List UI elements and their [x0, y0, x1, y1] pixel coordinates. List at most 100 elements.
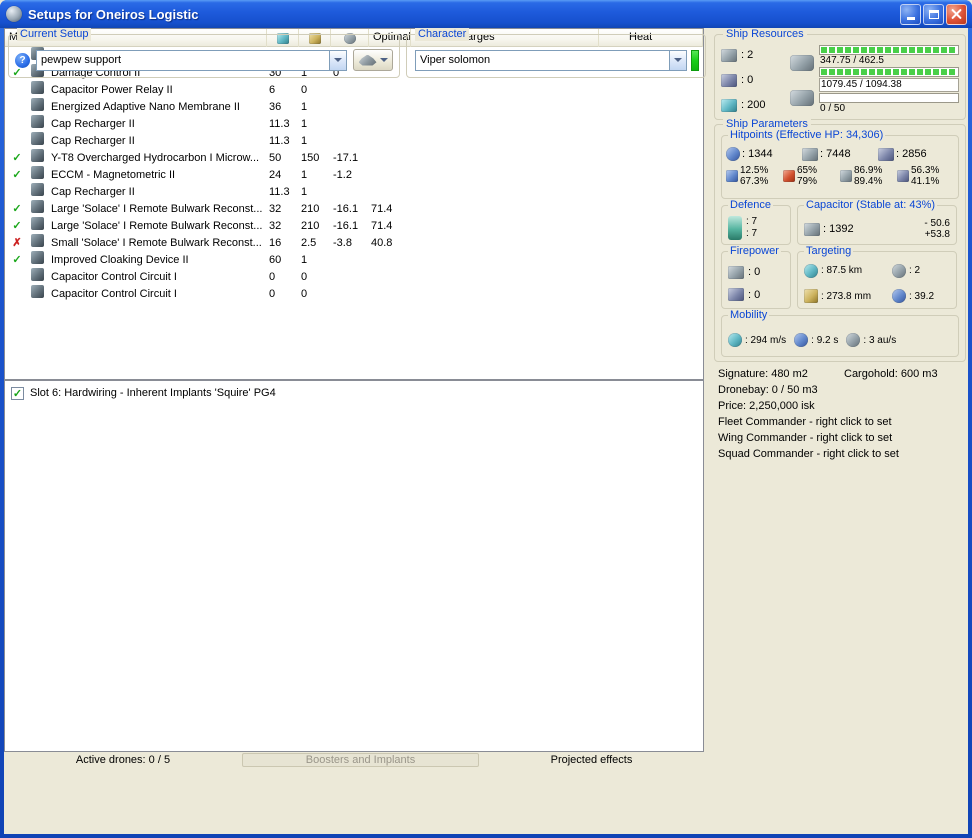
chevron-down-icon — [334, 58, 342, 62]
projected-effects-tab[interactable]: Projected effects — [479, 754, 704, 766]
module-status-icon — [5, 252, 29, 268]
module-row[interactable]: Cap Recharger II 11.3 1 — [5, 183, 703, 200]
character-label: Character — [415, 28, 469, 41]
module-cap-use: -1.2 — [331, 167, 369, 183]
capacitor-label: Capacitor (Stable at: 43%) — [804, 199, 937, 212]
cpu-bar — [819, 45, 959, 55]
sensor-strength-icon — [892, 289, 906, 303]
module-icon — [31, 81, 44, 94]
current-setup-group: Current Setup ? pewpew support — [8, 34, 400, 78]
implant-row[interactable]: Slot 6: Hardwiring - Inherent Implants '… — [11, 385, 697, 401]
module-name: Capacitor Control Circuit I — [49, 269, 267, 285]
powergrid-usage-text: 1079.45 / 1094.38 — [819, 78, 959, 92]
close-button[interactable] — [946, 4, 967, 25]
fleet-commander-text[interactable]: Fleet Commander - right click to set — [718, 414, 966, 430]
module-name: Capacitor Control Circuit I — [49, 286, 267, 302]
capacitor-group: Capacitor (Stable at: 43%) : 1392 - 50.6… — [797, 205, 957, 245]
module-powergrid: 1 — [299, 167, 331, 183]
module-row[interactable]: Capacitor Power Relay II 6 0 — [5, 81, 703, 98]
launcher-hardpoints: : 0 — [741, 74, 753, 86]
dronebay-text: Dronebay: 0 / 50 m3 — [718, 382, 966, 398]
module-row[interactable]: Energized Adaptive Nano Membrane II 36 1 — [5, 98, 703, 115]
calibration-icon — [721, 99, 737, 112]
module-cap-use: -3.8 — [331, 235, 369, 251]
module-icon — [31, 200, 44, 213]
structure-hp: : 2856 — [896, 148, 927, 160]
minimize-icon — [907, 17, 915, 20]
turret-hardpoints: : 2 — [741, 49, 753, 61]
current-setup-label: Current Setup — [17, 28, 91, 41]
em-shield-resist: 12.5% — [740, 165, 768, 176]
chevron-down-icon — [380, 58, 388, 62]
module-icon — [31, 98, 44, 111]
modules-panel: Modules Optimal Charges Heat 1600mm Rein… — [4, 28, 704, 380]
squad-commander-text[interactable]: Squad Commander - right click to set — [718, 446, 966, 462]
module-row[interactable]: ECCM - Magnetometric II 24 1 -1.2 — [5, 166, 703, 183]
module-row[interactable]: Capacitor Control Circuit I 0 0 — [5, 285, 703, 302]
module-name: Y-T8 Overcharged Hydrocarbon I Microw... — [49, 150, 267, 166]
module-name: Large 'Solace' I Remote Bulwark Reconst.… — [49, 218, 267, 234]
module-row[interactable]: Improved Cloaking Device II 60 1 — [5, 251, 703, 268]
module-name: Cap Recharger II — [49, 133, 267, 149]
module-cpu: 11.3 — [267, 116, 299, 132]
wing-commander-text[interactable]: Wing Commander - right click to set — [718, 430, 966, 446]
scan-resolution-icon — [804, 289, 818, 303]
module-cpu: 0 — [267, 286, 299, 302]
explosive-shield-resist: 56.3% — [911, 165, 939, 176]
module-icon — [31, 285, 44, 298]
modules-list: 1600mm Reinforced Rolled Tungsten Plat..… — [5, 47, 703, 302]
module-row[interactable]: Cap Recharger II 11.3 1 — [5, 132, 703, 149]
kinetic-resist-icon — [840, 170, 852, 182]
ship-info: Signature: 480 m2Cargohold: 600 m3 Drone… — [718, 366, 966, 462]
module-icon — [31, 115, 44, 128]
ship-icon — [359, 55, 377, 66]
implant-checkbox[interactable] — [11, 387, 24, 400]
module-row[interactable]: Y-T8 Overcharged Hydrocarbon I Microw...… — [5, 149, 703, 166]
current-setup-value: pewpew support — [37, 51, 329, 70]
module-cpu: 32 — [267, 218, 299, 234]
module-row[interactable]: Large 'Solace' I Remote Bulwark Reconst.… — [5, 217, 703, 234]
module-cap-use: -17.1 — [331, 150, 369, 166]
module-icon — [31, 251, 44, 264]
help-icon[interactable]: ? — [15, 53, 30, 68]
module-row[interactable]: Cap Recharger II 11.3 1 — [5, 115, 703, 132]
ship-browser-button[interactable] — [353, 49, 393, 71]
module-name: Cap Recharger II — [49, 116, 267, 132]
cpu-usage-text: 347.75 / 462.5 — [819, 55, 959, 67]
minimize-button[interactable] — [900, 4, 921, 25]
module-row[interactable]: Capacitor Control Circuit I 0 0 — [5, 268, 703, 285]
thermal-resist-icon — [783, 170, 795, 182]
module-cpu: 6 — [267, 82, 299, 98]
thermal-armor-resist: 79% — [797, 176, 817, 187]
max-velocity: : 294 m/s — [745, 335, 786, 346]
character-dropdown-button[interactable] — [669, 51, 686, 70]
signature-text: Signature: 480 m2 — [718, 366, 844, 382]
module-name: Cap Recharger II — [49, 184, 267, 200]
module-cpu: 36 — [267, 99, 299, 115]
module-name: Capacitor Power Relay II — [49, 82, 267, 98]
current-setup-combobox[interactable]: pewpew support — [36, 50, 347, 71]
explosive-resist: 56.3%41.1% — [897, 165, 954, 187]
warp-speed: : 3 au/s — [863, 335, 896, 346]
resource-icons-column — [785, 45, 819, 115]
module-row[interactable]: Small 'Solace' I Remote Bulwark Reconst.… — [5, 234, 703, 251]
turret-dps: : 0 — [748, 266, 760, 278]
module-icon — [31, 149, 44, 162]
module-row[interactable]: Large 'Solace' I Remote Bulwark Reconst.… — [5, 200, 703, 217]
eft-window: Setups for Oneiros Logistic Current Setu… — [0, 0, 972, 838]
module-powergrid: 210 — [299, 201, 331, 217]
hardpoints-column: : 2 : 0 : 200 — [721, 45, 785, 115]
ship-resources-label: Ship Resources — [723, 28, 807, 41]
boosters-implants-button[interactable]: Boosters and Implants — [242, 753, 479, 767]
price-text: Price: 2,250,000 isk — [718, 398, 966, 414]
chevron-down-icon — [674, 58, 682, 62]
missile-dps-icon — [728, 288, 744, 301]
dronebay-usage-text: 0 / 50 — [819, 103, 959, 115]
bottom-bar: Active drones: 0 / 5 Boosters and Implan… — [4, 752, 704, 768]
character-combobox[interactable]: Viper solomon — [415, 50, 687, 71]
current-setup-dropdown-button[interactable] — [329, 51, 346, 70]
maximize-button[interactable] — [923, 4, 944, 25]
shield-icon — [726, 147, 740, 161]
module-icon — [31, 234, 44, 247]
titlebar[interactable]: Setups for Oneiros Logistic — [0, 0, 972, 28]
